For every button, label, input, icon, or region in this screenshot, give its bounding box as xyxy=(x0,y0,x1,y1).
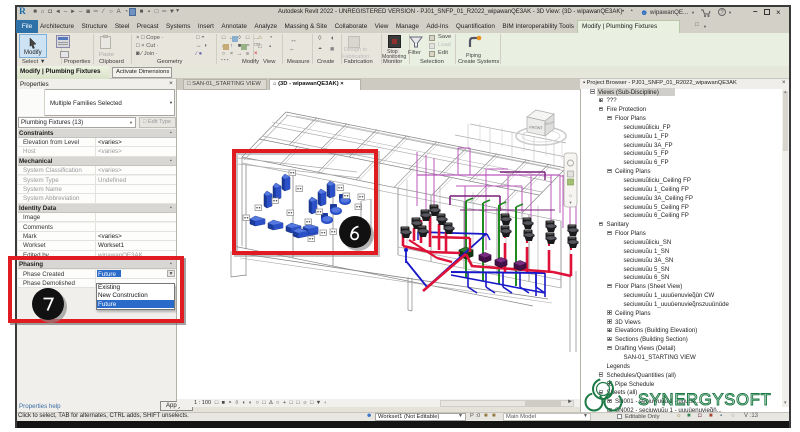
svg-text:SYNERGYSOFT: SYNERGYSOFT xyxy=(638,391,772,409)
svg-text:▼: ▼ xyxy=(569,200,573,205)
svg-text:FRONT: FRONT xyxy=(529,125,544,131)
svg-text:☼: ☼ xyxy=(568,193,573,199)
